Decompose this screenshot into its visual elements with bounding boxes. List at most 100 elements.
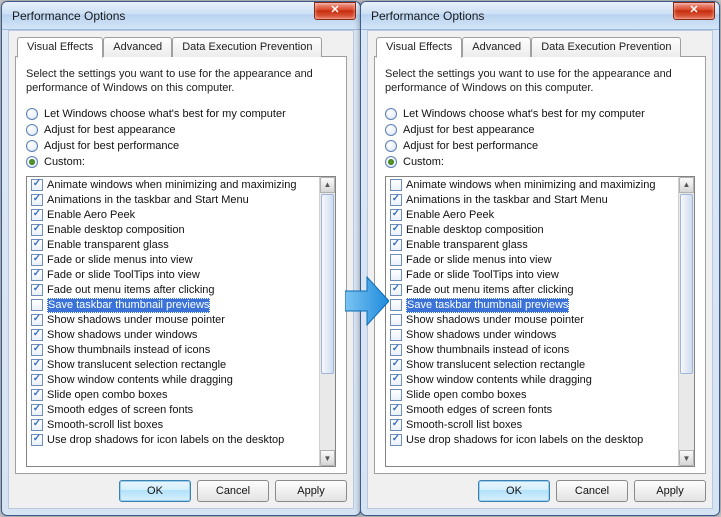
cancel-button[interactable]: Cancel: [197, 480, 269, 502]
ok-button[interactable]: OK: [478, 480, 550, 502]
list-item[interactable]: Show window contents while dragging: [386, 373, 678, 388]
list-item[interactable]: Show shadows under windows: [386, 328, 678, 343]
scroll-down-button[interactable]: ▼: [679, 450, 694, 466]
checkbox-icon[interactable]: [390, 254, 402, 266]
list-item[interactable]: Use drop shadows for icon labels on the …: [386, 433, 678, 448]
list-item[interactable]: Animate windows when minimizing and maxi…: [27, 178, 319, 193]
list-item[interactable]: Enable Aero Peek: [386, 208, 678, 223]
radio-option[interactable]: Let Windows choose what's best for my co…: [385, 106, 695, 122]
checkbox-icon[interactable]: [31, 329, 43, 341]
checkbox-icon[interactable]: [390, 389, 402, 401]
list-item[interactable]: Use drop shadows for icon labels on the …: [27, 433, 319, 448]
list-item[interactable]: Show thumbnails instead of icons: [386, 343, 678, 358]
list-item[interactable]: Save taskbar thumbnail previews: [27, 298, 319, 313]
checkbox-icon[interactable]: [390, 194, 402, 206]
checkbox-icon[interactable]: [390, 374, 402, 386]
checkbox-icon[interactable]: [390, 209, 402, 221]
checkbox-icon[interactable]: [390, 329, 402, 341]
checkbox-icon[interactable]: [390, 269, 402, 281]
radio-option[interactable]: Adjust for best performance: [385, 138, 695, 154]
tab-data-execution-prevention[interactable]: Data Execution Prevention: [531, 37, 681, 57]
list-item[interactable]: Animations in the taskbar and Start Menu: [27, 193, 319, 208]
effects-listbox[interactable]: Animate windows when minimizing and maxi…: [26, 176, 336, 467]
checkbox-icon[interactable]: [390, 404, 402, 416]
list-item[interactable]: Enable transparent glass: [27, 238, 319, 253]
checkbox-icon[interactable]: [31, 434, 43, 446]
list-item[interactable]: Slide open combo boxes: [27, 388, 319, 403]
checkbox-icon[interactable]: [390, 314, 402, 326]
checkbox-icon[interactable]: [31, 419, 43, 431]
list-item[interactable]: Enable desktop composition: [386, 223, 678, 238]
close-button[interactable]: ✕: [673, 2, 715, 20]
checkbox-icon[interactable]: [31, 224, 43, 236]
list-item[interactable]: Enable Aero Peek: [27, 208, 319, 223]
apply-button[interactable]: Apply: [634, 480, 706, 502]
list-item[interactable]: Save taskbar thumbnail previews: [386, 298, 678, 313]
list-item[interactable]: Fade or slide ToolTips into view: [386, 268, 678, 283]
checkbox-icon[interactable]: [31, 239, 43, 251]
checkbox-icon[interactable]: [31, 209, 43, 221]
list-item[interactable]: Show translucent selection rectangle: [27, 358, 319, 373]
list-item[interactable]: Fade or slide menus into view: [27, 253, 319, 268]
checkbox-icon[interactable]: [390, 299, 402, 311]
list-item[interactable]: Fade out menu items after clicking: [386, 283, 678, 298]
radio-option[interactable]: Adjust for best performance: [26, 138, 336, 154]
checkbox-icon[interactable]: [31, 374, 43, 386]
scroll-up-button[interactable]: ▲: [320, 177, 335, 193]
vertical-scrollbar[interactable]: ▲▼: [319, 177, 335, 466]
checkbox-icon[interactable]: [31, 359, 43, 371]
scroll-down-button[interactable]: ▼: [320, 450, 335, 466]
titlebar[interactable]: Performance Options✕: [2, 2, 360, 30]
checkbox-icon[interactable]: [31, 389, 43, 401]
checkbox-icon[interactable]: [31, 299, 43, 311]
list-item[interactable]: Enable desktop composition: [27, 223, 319, 238]
list-item[interactable]: Show shadows under mouse pointer: [27, 313, 319, 328]
list-item[interactable]: Show shadows under windows: [27, 328, 319, 343]
checkbox-icon[interactable]: [31, 179, 43, 191]
scroll-up-button[interactable]: ▲: [679, 177, 694, 193]
checkbox-icon[interactable]: [31, 254, 43, 266]
effects-listbox[interactable]: Animate windows when minimizing and maxi…: [385, 176, 695, 467]
tab-data-execution-prevention[interactable]: Data Execution Prevention: [172, 37, 322, 57]
titlebar[interactable]: Performance Options✕: [361, 2, 719, 30]
checkbox-icon[interactable]: [390, 179, 402, 191]
checkbox-icon[interactable]: [390, 224, 402, 236]
apply-button[interactable]: Apply: [275, 480, 347, 502]
list-item[interactable]: Fade or slide menus into view: [386, 253, 678, 268]
list-item[interactable]: Fade out menu items after clicking: [27, 283, 319, 298]
checkbox-icon[interactable]: [31, 344, 43, 356]
vertical-scrollbar[interactable]: ▲▼: [678, 177, 694, 466]
checkbox-icon[interactable]: [390, 344, 402, 356]
list-item[interactable]: Animations in the taskbar and Start Menu: [386, 193, 678, 208]
checkbox-icon[interactable]: [31, 284, 43, 296]
checkbox-icon[interactable]: [390, 239, 402, 251]
list-item[interactable]: Show shadows under mouse pointer: [386, 313, 678, 328]
list-item[interactable]: Smooth-scroll list boxes: [27, 418, 319, 433]
checkbox-icon[interactable]: [31, 269, 43, 281]
checkbox-icon[interactable]: [31, 404, 43, 416]
checkbox-icon[interactable]: [390, 419, 402, 431]
list-item[interactable]: Smooth-scroll list boxes: [386, 418, 678, 433]
cancel-button[interactable]: Cancel: [556, 480, 628, 502]
close-button[interactable]: ✕: [314, 2, 356, 20]
radio-option[interactable]: Let Windows choose what's best for my co…: [26, 106, 336, 122]
tab-advanced[interactable]: Advanced: [103, 37, 172, 57]
list-item[interactable]: Slide open combo boxes: [386, 388, 678, 403]
checkbox-icon[interactable]: [31, 314, 43, 326]
tab-advanced[interactable]: Advanced: [462, 37, 531, 57]
list-item[interactable]: Enable transparent glass: [386, 238, 678, 253]
list-item[interactable]: Show thumbnails instead of icons: [27, 343, 319, 358]
list-item[interactable]: Show window contents while dragging: [27, 373, 319, 388]
tab-visual-effects[interactable]: Visual Effects: [17, 37, 103, 58]
tab-visual-effects[interactable]: Visual Effects: [376, 37, 462, 58]
checkbox-icon[interactable]: [390, 284, 402, 296]
list-item[interactable]: Show translucent selection rectangle: [386, 358, 678, 373]
list-item[interactable]: Smooth edges of screen fonts: [386, 403, 678, 418]
list-item[interactable]: Fade or slide ToolTips into view: [27, 268, 319, 283]
checkbox-icon[interactable]: [390, 359, 402, 371]
scroll-thumb[interactable]: [321, 194, 334, 374]
ok-button[interactable]: OK: [119, 480, 191, 502]
list-item[interactable]: Animate windows when minimizing and maxi…: [386, 178, 678, 193]
list-item[interactable]: Smooth edges of screen fonts: [27, 403, 319, 418]
radio-option[interactable]: Custom:: [26, 154, 336, 170]
